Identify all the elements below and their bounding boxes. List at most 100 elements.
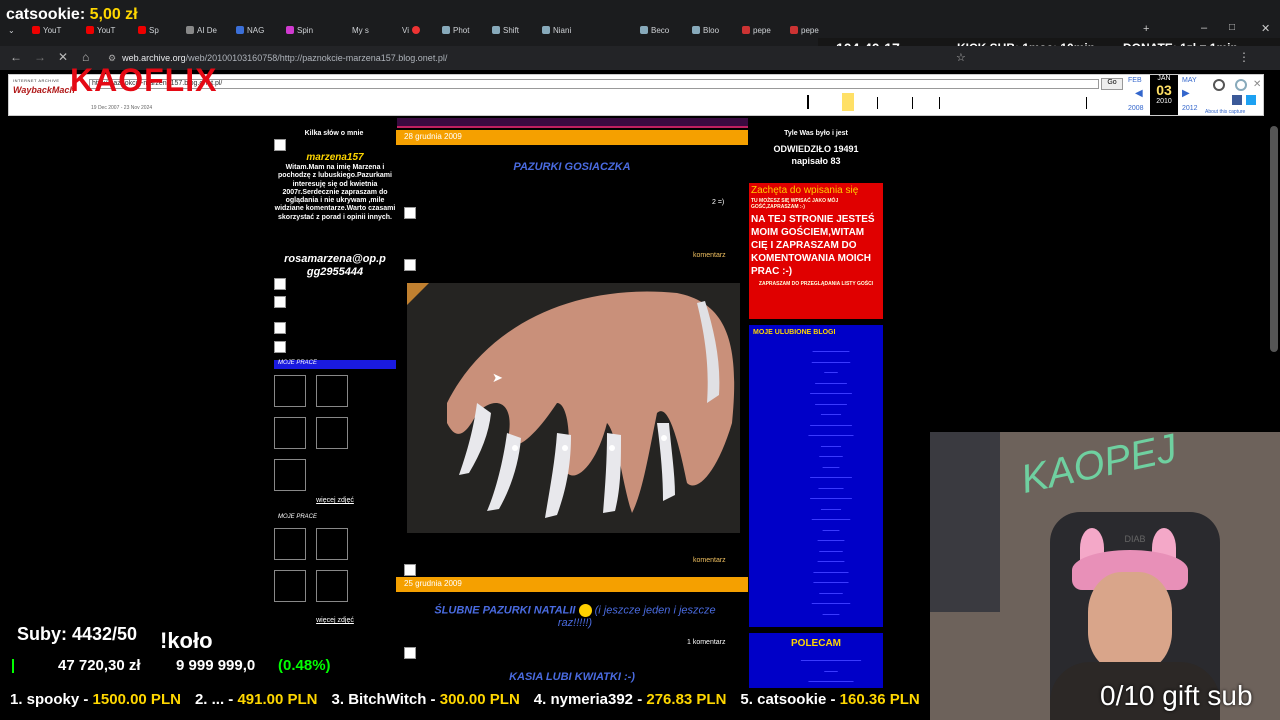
tab-5[interactable]: Spin: [286, 22, 313, 38]
broken-image-icon: [274, 322, 286, 334]
post-title[interactable]: PAZURKI GOSIACZKA: [396, 161, 748, 173]
work-thumbnail[interactable]: [316, 570, 348, 602]
top-donation-amount: 5,00 zł: [89, 6, 138, 23]
go-button[interactable]: Go: [1101, 78, 1123, 90]
nail-photo[interactable]: [407, 283, 740, 533]
spin-icon: [286, 26, 294, 34]
close-window-button[interactable]: ✕: [1261, 22, 1270, 35]
tab-9[interactable]: Shift: [492, 22, 519, 38]
wayback-logo[interactable]: INTERNET ARCHIVE WaybackMach: [13, 78, 75, 114]
more-photos-link-2[interactable]: więcej zdjęć: [274, 617, 396, 624]
tab-12[interactable]: Bloo: [692, 22, 719, 38]
tab-7[interactable]: Vi: [402, 22, 420, 38]
doc-icon: [236, 26, 244, 34]
prev-capture-arrow-icon[interactable]: ◀: [1135, 88, 1143, 99]
minimize-button[interactable]: –: [1201, 22, 1207, 34]
work-thumbnail[interactable]: [274, 459, 306, 491]
mouse-cursor-icon: ➤: [492, 370, 503, 385]
favorite-blogs-list[interactable]: ____ ___ ___ _______ ____ ____ _____ ____ __…: [749, 340, 883, 617]
work-thumbnail[interactable]: [274, 570, 306, 602]
tab-0[interactable]: YouT: [32, 22, 61, 38]
tab-4[interactable]: NAG: [236, 22, 264, 38]
favorite-blogs-header: MOJE ULUBIONE BLOGI: [753, 329, 836, 336]
facebook-icon[interactable]: [1232, 95, 1242, 105]
nails-image: [407, 283, 735, 518]
work-thumbnail[interactable]: [316, 417, 348, 449]
browser-tab-bar: catsookie: 5,00 zł ⌄ YouT YouT Sp AI De …: [0, 0, 1280, 66]
about-me-header: Kilka słów o mnie: [304, 130, 364, 137]
tab-10[interactable]: Niani: [542, 22, 571, 38]
comment-link[interactable]: komentarz: [693, 252, 726, 259]
recommend-box: POLECAM _______ ____ ______ ____ _____ ___…: [749, 633, 883, 688]
wayback-url-input[interactable]: http://paznokcie-marzena157.blog.onet.pl…: [89, 79, 1099, 89]
goal-progress-fill: [12, 659, 14, 673]
work-thumbnail[interactable]: [274, 417, 306, 449]
work-thumbnail[interactable]: [274, 375, 306, 407]
work-thumbnail[interactable]: [316, 528, 348, 560]
recommend-header: POLECAM: [791, 638, 841, 649]
tab-1[interactable]: YouT: [86, 22, 115, 38]
work-thumbnail[interactable]: [274, 528, 306, 560]
favorite-blogs-box: MOJE ULUBIONE BLOGI ____ ___ ___ _______ …: [749, 325, 883, 627]
youtube-icon: [32, 26, 40, 34]
wheel-command: !koło: [160, 628, 213, 653]
about-capture-link[interactable]: About this capture: [1205, 109, 1245, 115]
stop-loading-icon[interactable]: ✕: [58, 50, 68, 64]
tab-11[interactable]: Beco: [640, 22, 669, 38]
current-capture: JAN 03 2010: [1150, 75, 1178, 115]
broken-image-icon: [404, 207, 416, 219]
more-photos-link[interactable]: więcej zdjęć: [274, 497, 396, 504]
recommend-list[interactable]: _______ ____ ______ ____ _____ ________: [749, 649, 883, 685]
broken-image-icon: [274, 139, 286, 151]
my-works-header-2: MOJE PRACE: [278, 514, 318, 520]
tab-6[interactable]: My s: [352, 22, 369, 38]
tab-2[interactable]: Sp: [138, 22, 159, 38]
maximize-button[interactable]: □: [1229, 22, 1235, 33]
comment-link[interactable]: komentarz: [693, 557, 726, 564]
post-title-2[interactable]: ŚLUBNE PAZURKI NATALII (i jeszcze jeden …: [420, 604, 730, 630]
goal-bar: 47 720,30 zł 9 999 999,0 (0.48%): [10, 655, 354, 677]
kaoflix-logo: KAOFLIX: [70, 62, 218, 98]
leaderboard-entry: 3. BitchWitch - 300.00 PLN: [331, 690, 520, 708]
post-date: 25 grudnia 2009: [396, 577, 748, 592]
forward-arrow-icon[interactable]: →: [34, 50, 46, 64]
page-scrollbar[interactable]: [1270, 126, 1278, 352]
guestbook-main-text: NA TEJ STRONIE JESTEŚ MOIM GOŚCIEM,WITAM…: [751, 214, 875, 277]
smiley-icon: [578, 604, 592, 617]
work-thumbnail[interactable]: [316, 375, 348, 407]
next-capture-arrow-icon[interactable]: ▶: [1182, 88, 1190, 99]
help-icon[interactable]: [1235, 79, 1247, 91]
tab-8[interactable]: Phot: [442, 22, 469, 38]
broken-image-icon: [274, 278, 286, 290]
tab-dropdown-icon[interactable]: ⌄: [8, 22, 15, 38]
back-arrow-icon[interactable]: ←: [10, 50, 22, 64]
broken-image-icon: [404, 647, 416, 659]
author-bio: Witam.Mam na imię Marzena i pochodzę z l…: [274, 164, 396, 221]
guestbook-list-link[interactable]: ZAPRASZAM DO PRZEGLĄDANIA LISTY GOŚCI: [749, 281, 883, 287]
bookmark-star-icon[interactable]: ☆: [956, 51, 966, 64]
youtube-icon: [138, 26, 146, 34]
tab-3[interactable]: AI De: [186, 22, 217, 38]
tab-13[interactable]: pepe: [742, 22, 771, 38]
year-next[interactable]: 2012: [1182, 105, 1198, 112]
new-tab-button[interactable]: +: [1143, 23, 1149, 35]
post-smiley-text: 2 =): [712, 199, 725, 206]
youtube-icon: [86, 26, 94, 34]
captures-range: 19 Dec 2007 - 23 Nov 2024: [91, 105, 153, 111]
leaderboard-entry: 1. spooky - 1500.00 PLN: [10, 690, 181, 708]
pepe-icon: [790, 26, 798, 34]
comment-count-link[interactable]: 1 komentarz: [687, 639, 726, 646]
post-title-3[interactable]: KASIA LUBI KWIATKI :-): [396, 671, 748, 683]
close-toolbar-icon[interactable]: ✕: [1253, 79, 1261, 90]
my-works-header: MOJE PRACE: [274, 360, 396, 369]
capture-sparkline[interactable]: [259, 91, 1099, 113]
gift-sub-counter: 0/10 gift sub: [1100, 680, 1253, 711]
month-next[interactable]: MAY: [1182, 77, 1197, 84]
menu-icon[interactable]: ⋮: [1238, 50, 1250, 64]
year-prev[interactable]: 2008: [1128, 105, 1144, 112]
guestbook-box[interactable]: Zachęta do wpisania się TU MOŻESZ SIĘ WP…: [749, 183, 883, 319]
month-prev[interactable]: FEB: [1128, 77, 1142, 84]
account-icon[interactable]: [1213, 79, 1225, 91]
twitter-icon[interactable]: [1246, 95, 1256, 105]
tab-14[interactable]: pepe: [790, 22, 819, 38]
